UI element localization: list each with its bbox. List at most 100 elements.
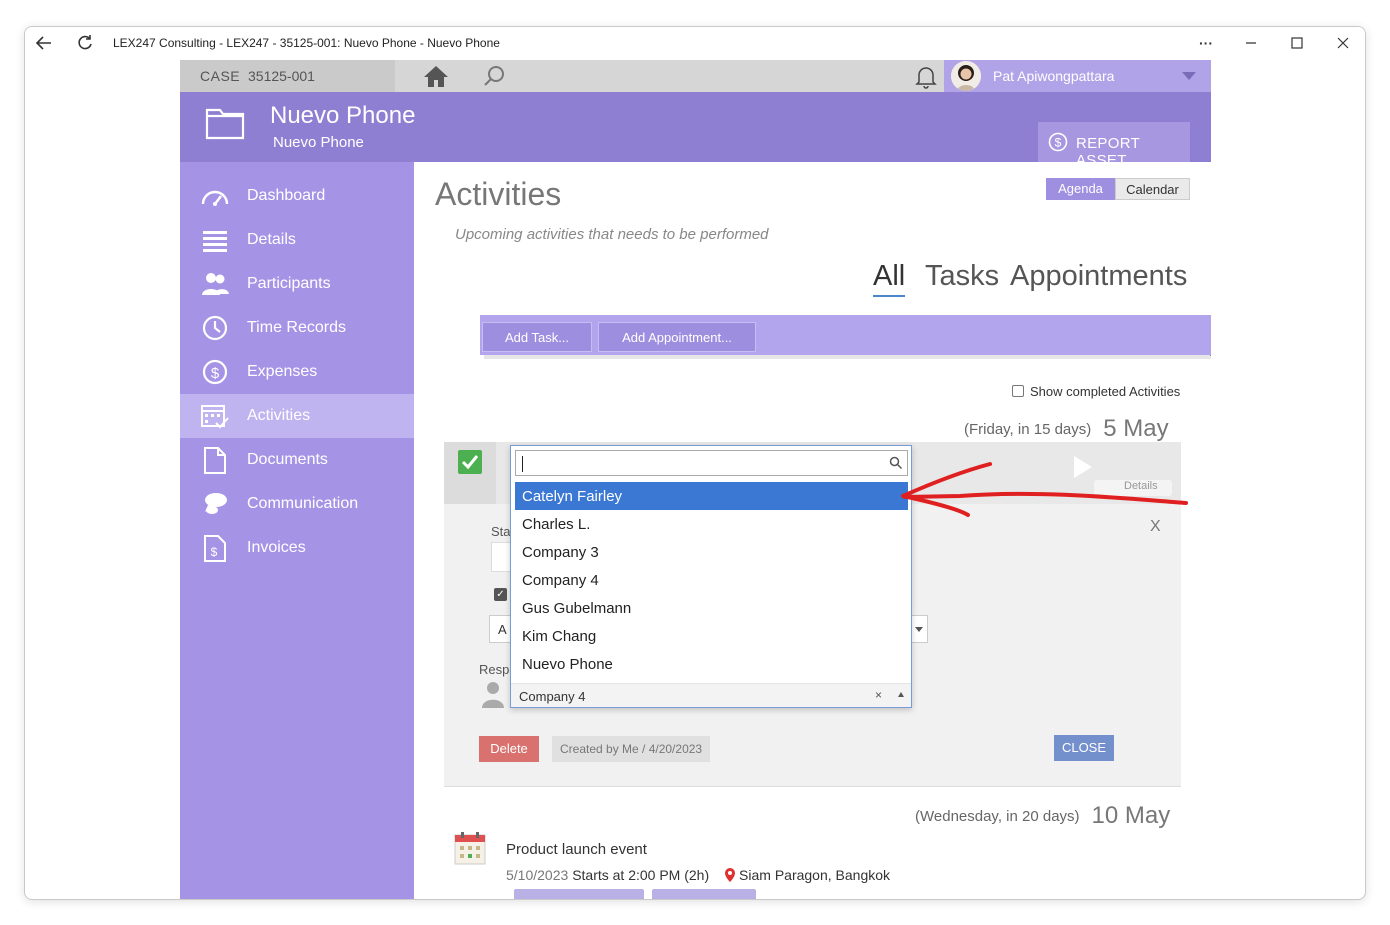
selected-value: Company 4 bbox=[519, 689, 586, 704]
dropdown-current-value[interactable]: Company 4 × bbox=[511, 683, 911, 707]
sidebar-item-label: Activities bbox=[247, 407, 311, 424]
ribbon-corner bbox=[1210, 355, 1211, 369]
case-label: CASE bbox=[200, 68, 241, 84]
app-root: CASE 35125-001 Pat Apiwongpattara Nuevo … bbox=[180, 60, 1211, 899]
action-bar: Add Task... Add Appointment... bbox=[480, 315, 1211, 355]
show-completed-toggle[interactable]: Show completed Activities bbox=[1012, 384, 1180, 399]
calendar-icon bbox=[454, 831, 486, 865]
dropdown-option[interactable]: Kim Chang bbox=[515, 622, 908, 650]
status-field[interactable] bbox=[491, 542, 511, 572]
dropdown-option[interactable]: Charles L. bbox=[515, 510, 908, 538]
dropdown-option[interactable]: Company 4 bbox=[515, 566, 908, 594]
close-button[interactable]: CLOSE bbox=[1054, 735, 1114, 761]
add-appointment-button[interactable]: Add Appointment... bbox=[598, 322, 756, 352]
agenda-view-button[interactable]: Agenda bbox=[1046, 178, 1115, 200]
participant-chip[interactable] bbox=[514, 889, 644, 899]
date-day: 10 May bbox=[1091, 802, 1171, 829]
bell-icon[interactable] bbox=[913, 63, 939, 89]
participant-chip[interactable] bbox=[652, 889, 756, 899]
details-tag[interactable]: Details bbox=[1094, 480, 1172, 496]
svg-text:$: $ bbox=[1055, 136, 1062, 150]
more-options-button[interactable]: ··· bbox=[1196, 33, 1216, 53]
back-arrow-icon[interactable] bbox=[34, 33, 54, 53]
dropdown-option[interactable]: Company 3 bbox=[515, 538, 908, 566]
page-title: Activities bbox=[435, 176, 562, 212]
folder-icon bbox=[205, 106, 245, 140]
avatar[interactable] bbox=[951, 61, 981, 91]
refresh-icon[interactable] bbox=[75, 33, 95, 53]
sidebar-item-label: Dashboard bbox=[247, 187, 326, 204]
status-label: Sta bbox=[491, 524, 511, 539]
sidebar-item-details[interactable]: Details bbox=[180, 218, 414, 262]
case-box: CASE 35125-001 bbox=[180, 60, 395, 92]
sidebar-item-documents[interactable]: Documents bbox=[180, 438, 414, 482]
activity-title[interactable]: Product launch event bbox=[506, 841, 647, 858]
case-header: Nuevo Phone Nuevo Phone $ REPORT ASSET bbox=[180, 92, 1211, 169]
dropdown-option[interactable]: Nuevo Phone bbox=[515, 650, 908, 678]
location-pin-icon bbox=[725, 868, 736, 882]
tab-all[interactable]: All bbox=[873, 260, 906, 297]
home-icon[interactable] bbox=[422, 64, 450, 88]
sidebar-item-label: Invoices bbox=[247, 539, 306, 556]
svg-text:$: $ bbox=[211, 545, 218, 559]
dropdown-search-input[interactable] bbox=[515, 450, 908, 476]
checkmark-icon[interactable] bbox=[458, 450, 482, 474]
date-day: 5 May bbox=[1103, 415, 1169, 442]
sidebar-item-expenses[interactable]: $ Expenses bbox=[180, 350, 414, 394]
invoice-icon: $ bbox=[200, 534, 230, 562]
sidebar-item-label: Time Records bbox=[247, 319, 346, 336]
sidebar-item-invoices[interactable]: $ Invoices bbox=[180, 526, 414, 570]
tab-tasks[interactable]: Tasks bbox=[925, 260, 999, 293]
page-subtitle: Upcoming activities that needs to be per… bbox=[455, 226, 769, 243]
report-asset-button[interactable]: $ REPORT ASSET bbox=[1038, 122, 1190, 169]
sidebar-item-activities[interactable]: Activities bbox=[180, 394, 414, 438]
sidebar-item-time-records[interactable]: Time Records bbox=[180, 306, 414, 350]
clock-icon bbox=[200, 314, 230, 342]
activity-meta: 5/10/2023 Starts at 2:00 PM (2h) Siam Pa… bbox=[506, 867, 890, 883]
case-title: Nuevo Phone bbox=[270, 102, 416, 129]
calendar-view-button[interactable]: Calendar bbox=[1115, 178, 1190, 200]
list-icon bbox=[200, 226, 230, 254]
dashboard-icon bbox=[200, 182, 230, 210]
sidebar-item-participants[interactable]: Participants bbox=[180, 262, 414, 306]
dropdown-option[interactable]: Gus Gubelmann bbox=[515, 594, 908, 622]
user-name[interactable]: Pat Apiwongpattara bbox=[993, 68, 1114, 84]
checkbox-checked[interactable]: ✓ bbox=[494, 588, 507, 601]
delete-button[interactable]: Delete bbox=[479, 736, 539, 762]
show-completed-label: Show completed Activities bbox=[1030, 384, 1181, 399]
responsible-dropdown[interactable]: Catelyn Fairley Charles L. Company 3 Com… bbox=[510, 445, 912, 708]
chevron-down-icon[interactable] bbox=[1182, 72, 1196, 80]
clear-icon[interactable]: × bbox=[875, 688, 882, 702]
sidebar-item-label: Documents bbox=[247, 451, 328, 468]
search-icon bbox=[889, 456, 903, 470]
search-icon[interactable] bbox=[482, 64, 506, 88]
show-completed-checkbox[interactable] bbox=[1012, 385, 1024, 397]
case-subtitle: Nuevo Phone bbox=[273, 134, 364, 151]
add-task-button[interactable]: Add Task... bbox=[482, 322, 592, 352]
document-icon bbox=[200, 446, 230, 474]
browser-window: LEX247 Consulting - LEX247 - 35125-001: … bbox=[24, 26, 1366, 900]
sidebar-item-dashboard[interactable]: Dashboard bbox=[180, 174, 414, 218]
play-icon[interactable] bbox=[1074, 456, 1092, 478]
dropdown-option[interactable]: Catelyn Fairley bbox=[515, 482, 908, 510]
dollar-icon: $ bbox=[200, 358, 230, 386]
main-content: Activities Upcoming activities that need… bbox=[414, 162, 1211, 899]
assignment-field[interactable]: A bbox=[489, 615, 511, 643]
person-icon bbox=[482, 680, 504, 708]
activity-location: Siam Paragon, Bangkok bbox=[739, 867, 891, 883]
chat-icon bbox=[200, 490, 230, 518]
chevron-up-icon[interactable] bbox=[898, 692, 904, 697]
tab-appointments[interactable]: Appointments bbox=[1010, 260, 1187, 293]
responsible-label: Resp bbox=[479, 662, 510, 677]
action-bar-shadow bbox=[484, 355, 1211, 359]
dropdown-toggle[interactable] bbox=[910, 615, 928, 643]
close-panel-icon[interactable]: X bbox=[1150, 518, 1161, 536]
dropdown-options: Catelyn Fairley Charles L. Company 3 Com… bbox=[515, 482, 908, 678]
sidebar-item-communication[interactable]: Communication bbox=[180, 482, 414, 526]
close-window-button[interactable] bbox=[1333, 33, 1353, 53]
activity-item[interactable]: Product launch event 5/10/2023 Starts at… bbox=[444, 827, 1181, 899]
activity-date: 5/10/2023 bbox=[506, 867, 569, 883]
minimize-button[interactable] bbox=[1241, 33, 1261, 53]
maximize-button[interactable] bbox=[1287, 33, 1307, 53]
svg-text:$: $ bbox=[211, 365, 220, 382]
